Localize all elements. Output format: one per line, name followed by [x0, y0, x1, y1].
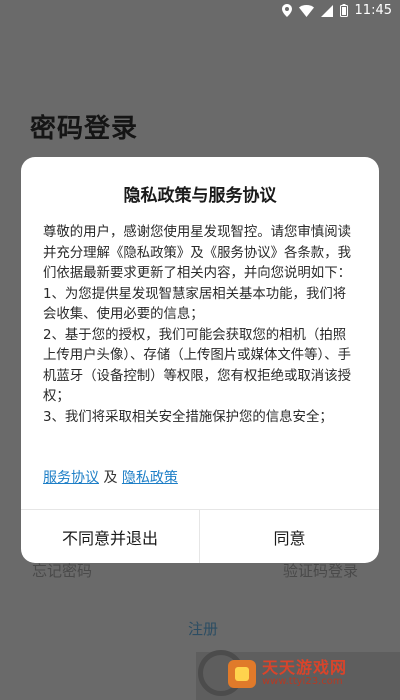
policy-links: 服务协议 及 隐私政策: [43, 467, 178, 487]
screen: 11:45 密码登录 忘记密码 验证码登录 注册 天天游戏网 www.ttyl2…: [0, 0, 400, 700]
signal-icon: [320, 4, 333, 17]
dialog-paragraph: 1、为您提供星发现智慧家居相关基本功能，我们将会收集、使用必要的信息；: [43, 286, 347, 323]
agree-button[interactable]: 同意: [200, 510, 379, 563]
status-icons: 11:45: [281, 3, 392, 18]
decline-exit-button[interactable]: 不同意并退出: [21, 510, 199, 563]
watermark-url: www.ttyl23.com: [262, 676, 343, 688]
dialog-paragraph: 尊敬的用户，感谢您使用星发现智控。请您审慎阅读并充分理解《隐私政策》及《服务协议…: [43, 225, 351, 281]
forgot-password-link[interactable]: 忘记密码: [32, 560, 92, 581]
watermark-name: 天天游戏网: [262, 658, 348, 678]
privacy-dialog: 隐私政策与服务协议 尊敬的用户，感谢您使用星发现智控。请您审慎阅读并充分理解《隐…: [21, 157, 379, 563]
dialog-body[interactable]: 尊敬的用户，感谢您使用星发现智控。请您审慎阅读并充分理解《隐私政策》及《服务协议…: [43, 223, 359, 428]
page-title: 密码登录: [30, 114, 139, 144]
location-icon: [281, 4, 292, 17]
register-link[interactable]: 注册: [188, 618, 218, 639]
privacy-policy-link[interactable]: 隐私政策: [122, 470, 178, 486]
status-bar: 11:45: [0, 0, 400, 22]
service-agreement-link[interactable]: 服务协议: [43, 470, 99, 486]
status-time: 11:45: [354, 3, 392, 18]
watermark: 天天游戏网 www.ttyl23.com: [228, 660, 347, 688]
dialog-title: 隐私政策与服务协议: [123, 186, 277, 206]
dialog-paragraph: 2、基于您的授权，我们可能会获取您的相机（拍照上传用户头像）、存储（上传图片或媒…: [43, 327, 351, 405]
wifi-icon: [298, 4, 314, 17]
watermark-text: 天天游戏网 www.ttyl23.com: [262, 660, 347, 687]
watermark-logo-icon: [228, 660, 256, 688]
dialog-paragraph: 3、我们将采取相关安全措施保护您的信息安全；: [43, 409, 333, 425]
battery-icon: [339, 4, 348, 17]
link-joiner: 及: [103, 470, 118, 486]
code-login-link[interactable]: 验证码登录: [283, 560, 358, 581]
